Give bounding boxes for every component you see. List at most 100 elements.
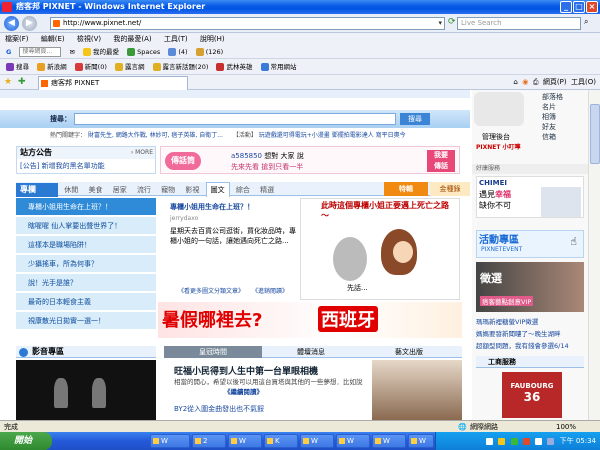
tab-food[interactable]: 美食 [84, 183, 106, 197]
news-tab-sports[interactable]: 體壇消息 [262, 346, 360, 358]
event-link[interactable]: 玩遊戲還可得電玩+小漫畫 鄧擺拍電影達人 寫平日奧今 [259, 132, 406, 139]
tray-icon[interactable] [547, 437, 555, 445]
page-search-input[interactable] [74, 113, 396, 125]
spaces-button[interactable]: Spaces [137, 48, 160, 56]
menu-album[interactable]: 相簿 [542, 112, 563, 122]
tray-icon[interactable] [510, 437, 518, 445]
menu-help[interactable]: 說明(H) [200, 35, 225, 43]
close-button[interactable]: × [586, 1, 598, 13]
mail-count[interactable]: (126) [206, 48, 223, 56]
favorites-star-icon[interactable]: ★ [4, 77, 12, 87]
print-icon[interactable]: ⎙ [533, 78, 539, 86]
topic-item[interactable]: 說！光手是誰？ [16, 274, 156, 292]
notice-item[interactable]: [公告] 新增我的黑名單功能 [17, 159, 155, 173]
menu-mailbox[interactable]: 信箱 [542, 132, 563, 142]
notice-more-link[interactable]: › MORE [131, 149, 153, 156]
tab-leisure[interactable]: 休閒 [60, 183, 82, 197]
comic-image[interactable]: 此時這個專櫃小姐正要邁上死亡之路～ 先話... [300, 198, 460, 300]
admin-link[interactable]: 管理後台 [482, 132, 510, 142]
tab-film[interactable]: 影視 [181, 183, 203, 197]
home-icon[interactable]: ⌂ [513, 78, 517, 86]
menu-friends[interactable]: 好友 [542, 122, 563, 132]
feed-icon[interactable]: ◉ [522, 78, 528, 86]
article-author[interactable]: jerrydaxo [170, 215, 298, 222]
yahoo-search-button[interactable]: 搜尋 [16, 63, 29, 71]
special-tab[interactable]: 特輯 [384, 182, 428, 196]
vip-item[interactable]: 超額型問題，我有錢會參選6/14 [476, 340, 588, 352]
page-menu[interactable]: 網頁(P) [543, 78, 567, 86]
add-favorite-icon[interactable]: ✚ [18, 77, 26, 87]
msn-count[interactable]: (4) [178, 48, 187, 56]
tab-fashion[interactable]: 流行 [133, 183, 155, 197]
luyan-topics-link[interactable]: 露言新話題(20) [163, 63, 209, 71]
common-sites-link[interactable]: 常用網站 [271, 63, 297, 71]
menu-blog[interactable]: 部落格 [542, 92, 563, 102]
favorites-button[interactable]: 我的最愛 [93, 48, 119, 56]
continue-reading-link[interactable]: 《進銷閱讀》 [252, 288, 288, 295]
address-bar[interactable]: http://www.pixnet.net/ ▾ [50, 17, 445, 30]
vip-item[interactable]: 媽媽要發新聞嘍了～晚生湖畔 [476, 328, 588, 340]
activity-header[interactable]: 活動專區 PIXNETEVENT ☝ [476, 230, 584, 258]
taskbar-item[interactable]: W [150, 434, 190, 448]
tools-menu[interactable]: 工具(O) [571, 78, 596, 86]
golden-tab[interactable]: 金種錄 [430, 182, 470, 196]
menu-card[interactable]: 名片 [542, 102, 563, 112]
faubourg-ad[interactable]: FAUBOURG 36 [502, 372, 562, 418]
article-title[interactable]: 專櫃小姐用生命在上班？！ [170, 202, 298, 212]
menu-favorites[interactable]: 我的最愛(A) [113, 35, 151, 43]
news-tab-arts[interactable]: 藝文出版 [360, 346, 458, 358]
scrollbar-thumb[interactable] [590, 104, 600, 164]
minimize-button[interactable]: _ [560, 1, 572, 13]
google-icon[interactable]: G [6, 45, 11, 58]
game-link[interactable]: 武林英雄 [226, 63, 252, 71]
vip-item[interactable]: 瑪瑪新裡糖螢VIP徵選 [476, 316, 588, 328]
live-search-input[interactable]: Live Search [457, 17, 581, 30]
start-button[interactable]: 開始 [0, 432, 52, 450]
topic-item[interactable]: 專櫃小姐用生命在上班？！ [16, 198, 156, 216]
news-more-link[interactable]: 《繼續閱讀》 [224, 386, 263, 396]
pager-send-button[interactable]: 我要 傳話 [427, 150, 455, 172]
menu-file[interactable]: 檔案(F) [5, 35, 29, 43]
taskbar-item[interactable]: W [336, 434, 370, 448]
menu-view[interactable]: 檢視(V) [77, 35, 101, 43]
maximize-button[interactable]: □ [573, 1, 585, 13]
tab-home[interactable]: 居家 [109, 183, 131, 197]
mail-icon[interactable]: ✉ [70, 45, 75, 58]
news-photo[interactable] [372, 360, 462, 420]
chimei-ad[interactable]: CHIMEI 遇見幸福 缺你不可 [476, 176, 584, 218]
menu-edit[interactable]: 編輯(E) [41, 35, 65, 43]
back-button[interactable]: ◀ [4, 16, 19, 31]
toolbar-search-input[interactable]: 搜尋網頁... [19, 47, 62, 57]
tab-general[interactable]: 綜合 [232, 183, 254, 197]
hot-keywords[interactable]: 財富先生, 網路大作戰, 林妙可, 痞子英雄, 自衛丁... [88, 132, 223, 139]
page-search-button[interactable]: 搜尋 [400, 113, 430, 125]
topic-item[interactable]: 視康散光日拋實一選一！ [16, 312, 156, 330]
forward-button[interactable]: ▶ [22, 16, 37, 31]
more-comics-link[interactable]: 《看更多圖文分類文章》 [178, 288, 244, 295]
news-tab-crown[interactable]: 皇冠時間 [164, 346, 262, 358]
menu-tools[interactable]: 工具(T) [164, 35, 188, 43]
taskbar-item[interactable]: W [300, 434, 334, 448]
search-icon[interactable]: ⌕ [584, 17, 588, 27]
topic-item[interactable]: 瞎喔喔 仙人掌要出聲世界了！ [16, 217, 156, 235]
vertical-scrollbar[interactable] [588, 90, 600, 420]
vip-banner[interactable]: 徵選 痞客藝點創意VIP [476, 262, 584, 312]
tab-pixnet[interactable]: 痞客邦 PIXNET [38, 76, 188, 90]
pager-user[interactable]: a585850 [231, 152, 262, 160]
tab-comic[interactable]: 圖文 [205, 182, 230, 197]
topic-item[interactable]: 最奇的日本輕食主義 [16, 293, 156, 311]
news-headline[interactable]: 旺福小民得到人生中第一台單眼相機 [174, 364, 368, 377]
luyan-link[interactable]: 露言網 [125, 63, 145, 71]
tab-featured[interactable]: 精選 [256, 183, 278, 197]
clock[interactable]: 下午 05:34 [560, 437, 596, 445]
taskbar-item[interactable]: K [264, 434, 298, 448]
topic-item[interactable]: 少攝搖車，所為何事？ [16, 255, 156, 273]
news-item[interactable]: BY2從入圍金曲發出也不氣餒 [174, 404, 264, 414]
tray-icon[interactable] [486, 437, 494, 445]
sina-link[interactable]: 新浪網 [47, 63, 67, 71]
taskbar-item[interactable]: W [372, 434, 406, 448]
tray-icon[interactable] [535, 437, 543, 445]
taskbar-item[interactable]: W [228, 434, 262, 448]
tray-icon[interactable] [522, 437, 530, 445]
refresh-icon[interactable]: ⟳ [448, 17, 456, 27]
